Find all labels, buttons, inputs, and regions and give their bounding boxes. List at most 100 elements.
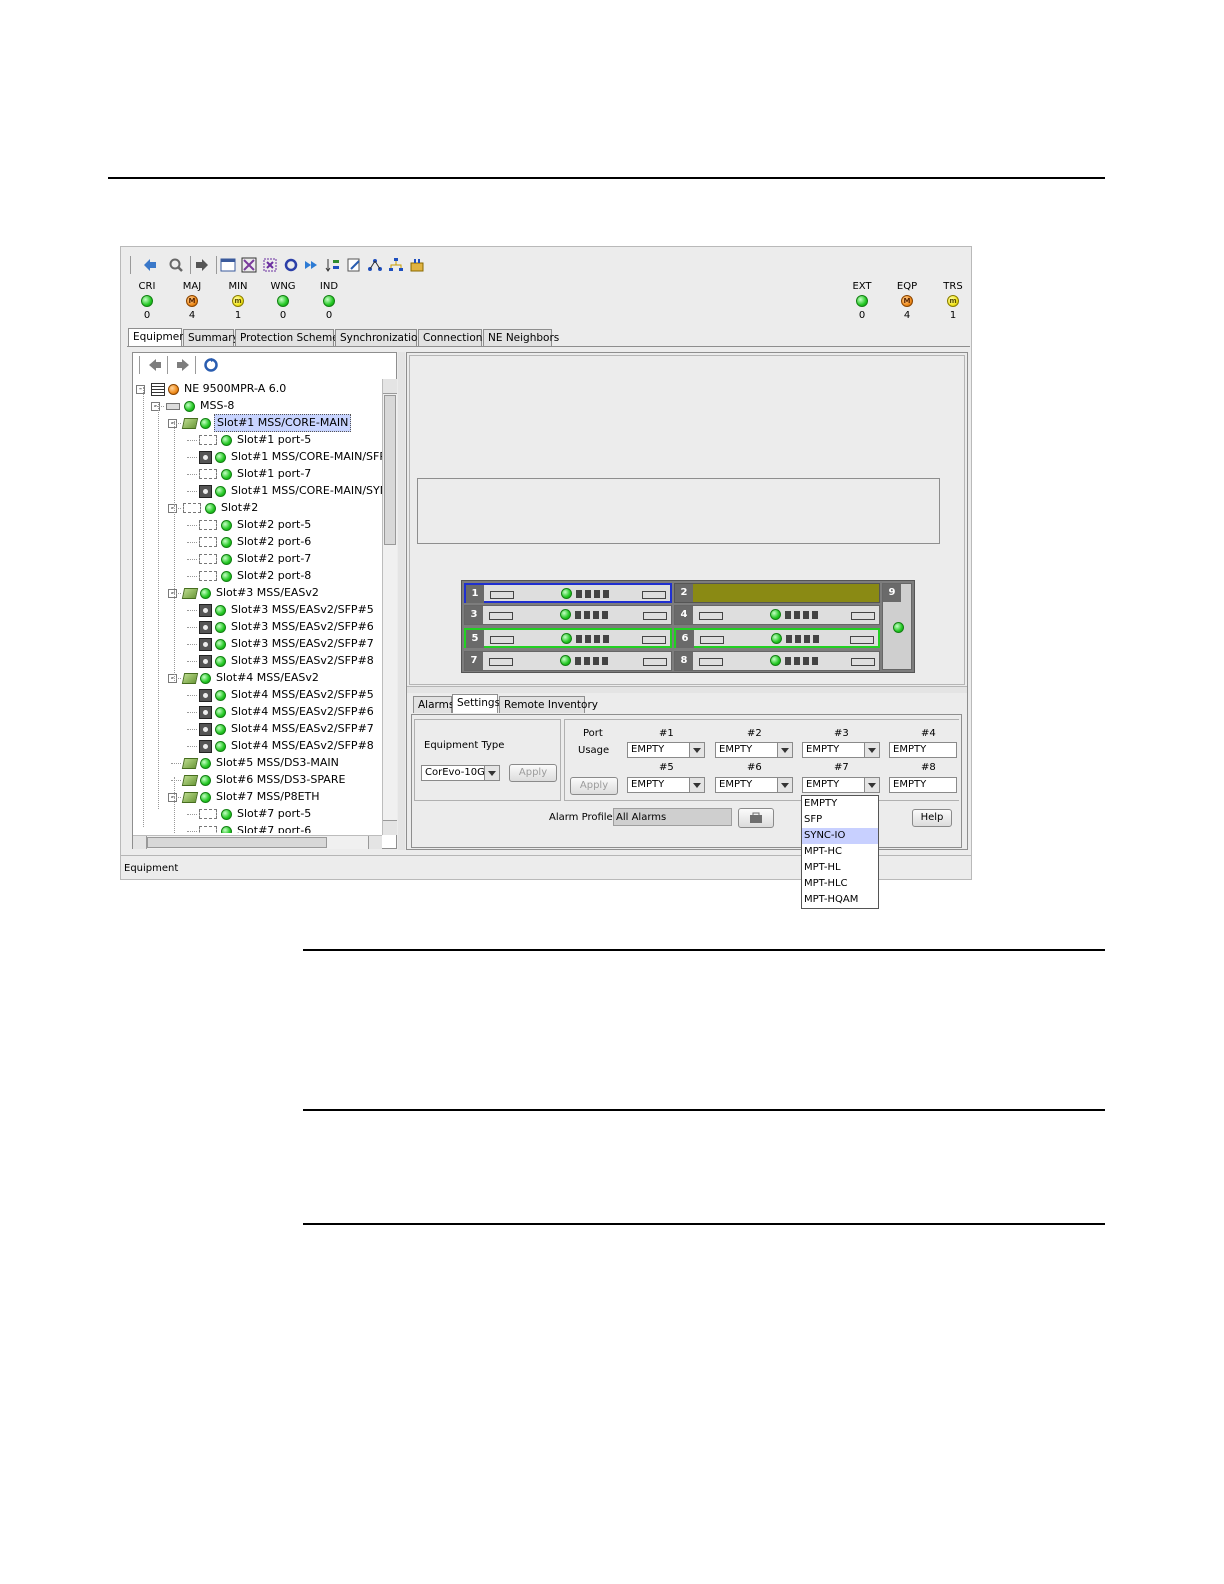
dropdown-option[interactable]: SFP bbox=[802, 812, 878, 828]
tab-protection-schemes[interactable]: Protection Schemes bbox=[235, 329, 344, 346]
chevron-down-icon[interactable] bbox=[864, 778, 879, 792]
tree-node[interactable]: Slot#6 MSS/DS3-SPARE bbox=[181, 772, 347, 788]
chassis-slot-5[interactable]: 5 bbox=[464, 628, 672, 648]
tree-node[interactable]: Slot#3 MSS/EASv2/SFP#6 bbox=[199, 619, 376, 635]
chassis-slot-9[interactable]: 9 bbox=[882, 583, 912, 670]
tab-remote-inventory[interactable]: Remote Inventory bbox=[499, 696, 598, 713]
tab-settings[interactable]: Settings bbox=[452, 694, 500, 713]
dropdown-option[interactable]: MPT-HLC bbox=[802, 876, 878, 892]
help-button[interactable]: Help bbox=[912, 809, 952, 827]
tree-node[interactable]: Slot#1 MSS/CORE-MAIN/SFP bbox=[199, 449, 382, 465]
chevron-down-icon[interactable] bbox=[777, 743, 792, 757]
chevron-down-icon[interactable] bbox=[484, 766, 499, 780]
chassis-slot-1[interactable]: 1 bbox=[464, 583, 672, 603]
port-usage-select-8[interactable]: EMPTY bbox=[889, 777, 957, 793]
port-usage-select-4[interactable]: EMPTY bbox=[889, 742, 957, 758]
scroll-thumb[interactable] bbox=[384, 395, 396, 545]
tab-alarms[interactable]: Alarms bbox=[413, 696, 454, 713]
tree-back-icon[interactable] bbox=[147, 357, 163, 376]
tab-ne-neighbors[interactable]: NE Neighbors bbox=[483, 329, 559, 346]
tree-node[interactable]: Slot#4 MSS/EASv2 bbox=[181, 670, 321, 686]
port-usage-select-3[interactable]: EMPTY bbox=[802, 742, 880, 758]
window-icon[interactable] bbox=[219, 256, 237, 274]
port-usage-select-5[interactable]: EMPTY bbox=[627, 777, 705, 793]
tree-vertical-scrollbar[interactable] bbox=[382, 379, 397, 835]
chevron-down-icon[interactable] bbox=[777, 778, 792, 792]
tree-node[interactable]: Slot#1 MSS/CORE-MAIN bbox=[181, 414, 352, 432]
tree-node[interactable]: Slot#7 port-5 bbox=[199, 806, 313, 822]
dropdown-option[interactable]: SYNC-IO bbox=[802, 828, 878, 844]
tree-node[interactable]: Slot#2 bbox=[183, 500, 260, 516]
search-icon[interactable] bbox=[167, 256, 185, 274]
tree-node[interactable]: MSS-8 bbox=[166, 398, 236, 414]
alarm-profile-field[interactable]: All Alarms bbox=[613, 808, 732, 826]
chassis-slot-8[interactable]: 8 bbox=[674, 651, 880, 671]
tree-node[interactable]: Slot#2 port-5 bbox=[199, 517, 313, 533]
chassis-slot-2[interactable]: 2 bbox=[674, 583, 880, 603]
alarm-profile-button[interactable] bbox=[738, 808, 774, 828]
tree-node[interactable]: Slot#1 port-5 bbox=[199, 432, 313, 448]
tree-node[interactable]: Slot#3 MSS/EASv2 bbox=[181, 585, 321, 601]
tree-node[interactable]: Slot#7 port-6 bbox=[199, 823, 313, 833]
tree-node[interactable]: Slot#1 MSS/CORE-MAIN/SYN bbox=[199, 483, 382, 499]
scroll-left-arrow-icon[interactable] bbox=[133, 836, 147, 849]
topology-icon[interactable] bbox=[366, 256, 384, 274]
chevron-down-icon[interactable] bbox=[864, 743, 879, 757]
chevron-down-icon[interactable] bbox=[689, 778, 704, 792]
scroll-thumb[interactable] bbox=[147, 837, 327, 848]
tree-node[interactable]: Slot#1 port-7 bbox=[199, 466, 313, 482]
tree-icon[interactable] bbox=[387, 256, 405, 274]
tree-node[interactable]: Slot#4 MSS/EASv2/SFP#7 bbox=[199, 721, 376, 737]
equipment-type-select[interactable]: CorEvo-10G bbox=[421, 765, 500, 781]
tree-node[interactable]: NE 9500MPR-A 6.0 bbox=[151, 381, 288, 397]
tab-summary[interactable]: Summary bbox=[183, 329, 239, 346]
sort-icon[interactable] bbox=[324, 256, 342, 274]
tree-node[interactable]: Slot#4 MSS/EASv2/SFP#6 bbox=[199, 704, 376, 720]
edit-icon[interactable] bbox=[345, 256, 363, 274]
forward-arrow-icon[interactable] bbox=[193, 256, 211, 274]
split-pane-divider[interactable] bbox=[398, 352, 405, 850]
scroll-right-arrow-icon[interactable] bbox=[368, 836, 382, 849]
network-icon[interactable] bbox=[240, 256, 258, 274]
tree-forward-icon[interactable] bbox=[175, 357, 191, 376]
tree-horizontal-scrollbar[interactable] bbox=[133, 835, 382, 849]
port-usage-select-6[interactable]: EMPTY bbox=[715, 777, 793, 793]
port-usage-dropdown-list[interactable]: EMPTY SFP SYNC-IO MPT-HC MPT-HL MPT-HLC MPT-HQ… bbox=[801, 795, 879, 909]
port-usage-select-2[interactable]: EMPTY bbox=[715, 742, 793, 758]
equipment-type-apply-button[interactable]: Apply bbox=[509, 764, 557, 782]
tree-node[interactable]: Slot#4 MSS/EASv2/SFP#5 bbox=[199, 687, 376, 703]
horizontal-divider[interactable] bbox=[407, 686, 967, 693]
tree-node[interactable]: Slot#7 MSS/P8ETH bbox=[181, 789, 322, 805]
back-arrow-icon[interactable] bbox=[141, 256, 159, 274]
port-usage-select-1[interactable]: EMPTY bbox=[627, 742, 705, 758]
tab-connections[interactable]: Connections bbox=[418, 329, 488, 346]
refresh-icon[interactable] bbox=[203, 357, 219, 376]
chassis-slot-3[interactable]: 3 bbox=[464, 605, 672, 625]
dropdown-option[interactable]: EMPTY bbox=[802, 796, 878, 812]
tab-synchronization[interactable]: Synchronization bbox=[335, 329, 424, 346]
cross-connect-icon[interactable] bbox=[261, 256, 279, 274]
tree-node[interactable]: Slot#3 MSS/EASv2/SFP#8 bbox=[199, 653, 376, 669]
tree-node[interactable]: Slot#4 MSS/EASv2/SFP#8 bbox=[199, 738, 376, 754]
ethernet-icon[interactable] bbox=[408, 256, 426, 274]
dropdown-option[interactable]: MPT-HC bbox=[802, 844, 878, 860]
chassis-slot-4[interactable]: 4 bbox=[674, 605, 880, 625]
chassis-slot-6[interactable]: 6 bbox=[674, 628, 880, 648]
chevron-down-icon[interactable] bbox=[689, 743, 704, 757]
port-usage-select-7[interactable]: EMPTY bbox=[802, 777, 880, 793]
dropdown-option[interactable]: MPT-HL bbox=[802, 860, 878, 876]
scroll-up-arrow-icon[interactable] bbox=[383, 379, 397, 394]
tree-node[interactable]: Slot#3 MSS/EASv2/SFP#5 bbox=[199, 602, 376, 618]
tree-node[interactable]: Slot#2 port-6 bbox=[199, 534, 313, 550]
double-arrow-icon[interactable] bbox=[303, 256, 321, 274]
dropdown-option[interactable]: MPT-HQAM bbox=[802, 892, 878, 908]
ring-icon[interactable] bbox=[282, 256, 300, 274]
chassis-slot-7[interactable]: 7 bbox=[464, 651, 672, 671]
scroll-down-arrow-icon[interactable] bbox=[383, 820, 397, 835]
port-usage-apply-button[interactable]: Apply bbox=[570, 777, 618, 795]
tree-node[interactable]: Slot#2 port-8 bbox=[199, 568, 313, 584]
tree-node[interactable]: Slot#3 MSS/EASv2/SFP#7 bbox=[199, 636, 376, 652]
tab-equipment[interactable]: Equipment bbox=[128, 328, 190, 347]
tree-node[interactable]: Slot#5 MSS/DS3-MAIN bbox=[181, 755, 341, 771]
tree-node[interactable]: Slot#2 port-7 bbox=[199, 551, 313, 567]
